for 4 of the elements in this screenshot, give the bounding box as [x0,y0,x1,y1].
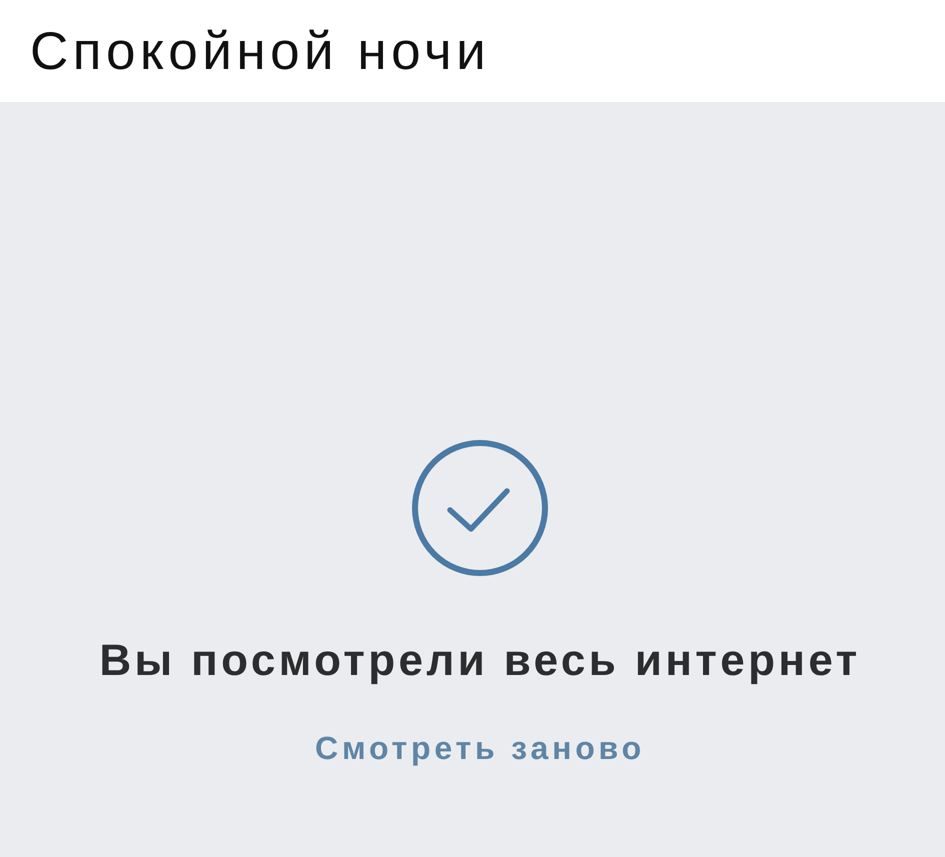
watch-again-link[interactable]: Смотреть заново [315,729,645,767]
feed-end-title: Вы посмотрели весь интернет [99,635,861,687]
check-circle-icon [412,440,548,576]
caption-text: Спокойной ночи [30,22,490,82]
